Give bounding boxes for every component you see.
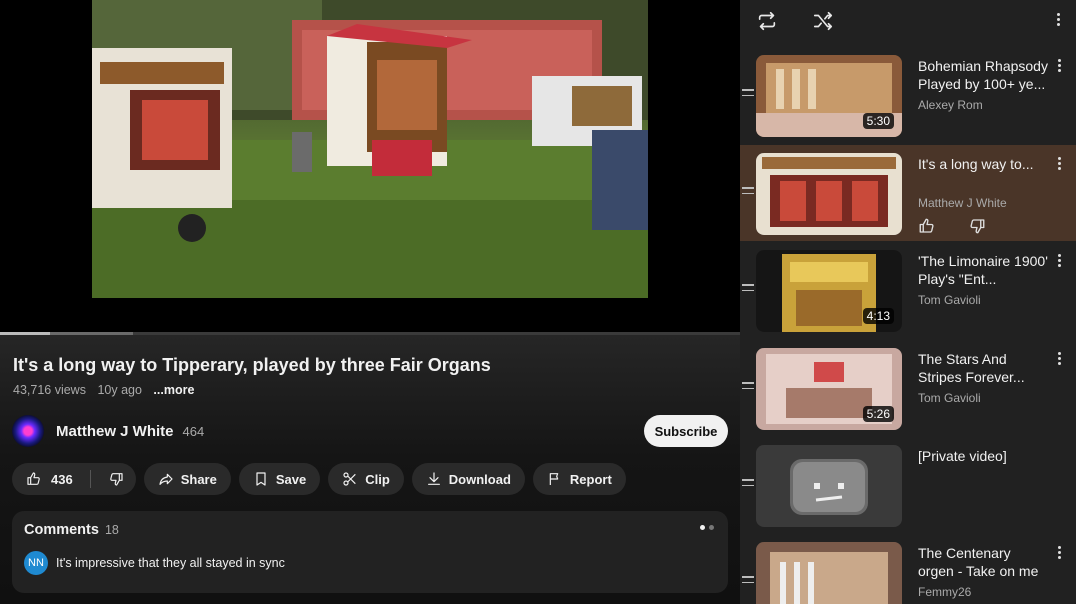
item-menu-icon[interactable] xyxy=(1058,254,1062,268)
thumbs-down-icon xyxy=(109,473,123,486)
share-label: Share xyxy=(180,471,217,487)
flag-icon xyxy=(549,473,559,485)
subscriber-count: 464 xyxy=(182,423,205,439)
share-icon xyxy=(159,473,173,485)
upload-age: 10y ago xyxy=(97,383,142,397)
video-player[interactable] xyxy=(0,0,740,334)
playlist-item[interactable]: 4:13 'The Limonaire 1900' Play's "Ent...… xyxy=(740,242,1076,338)
like-separator xyxy=(89,470,91,488)
playlist-item[interactable]: 5:26 The Stars And Stripes Forever... To… xyxy=(740,340,1076,436)
comments-heading: Comments 18 xyxy=(24,522,119,538)
thumbs-down-icon[interactable] xyxy=(968,217,986,235)
playlist-item[interactable]: 5:30 Bohemian Rhapsody Played by 100+ ye… xyxy=(740,47,1076,143)
shuffle-icon[interactable] xyxy=(812,10,834,32)
item-title[interactable]: [Private video] xyxy=(918,447,1050,465)
scissors-icon xyxy=(343,472,356,486)
comments-label: Comments xyxy=(24,522,99,538)
thumbnail[interactable] xyxy=(756,153,902,235)
subscribe-button[interactable]: Subscribe xyxy=(644,415,728,447)
commenter-avatar: NN xyxy=(24,551,48,575)
video-frame-illustration xyxy=(92,0,648,298)
channel-avatar[interactable] xyxy=(12,415,44,447)
more-link[interactable]: ...more xyxy=(153,383,194,397)
dislike-button[interactable] xyxy=(98,463,136,495)
comments-panel[interactable]: Comments 18 NN It's impressive that they … xyxy=(12,511,728,593)
drag-handle-icon[interactable] xyxy=(742,89,754,99)
share-button[interactable]: Share xyxy=(143,463,231,495)
bookmark-icon xyxy=(256,472,266,486)
download-button[interactable]: Download xyxy=(411,463,525,495)
item-channel: Tom Gavioli xyxy=(918,391,981,405)
video-frame[interactable] xyxy=(92,0,648,298)
download-icon xyxy=(427,472,440,485)
video-details: It's a long way to Tipperary, played by … xyxy=(0,335,740,604)
clip-button[interactable]: Clip xyxy=(328,463,404,495)
playlist-controls xyxy=(740,0,1076,42)
item-menu-icon[interactable] xyxy=(1058,157,1062,171)
item-title[interactable]: Bohemian Rhapsody Played by 100+ ye... xyxy=(918,57,1050,93)
duration-badge: 5:30 xyxy=(862,113,894,129)
report-button[interactable]: Report xyxy=(532,463,626,495)
item-menu-icon[interactable] xyxy=(1058,546,1062,560)
thumbnail[interactable]: 4:13 xyxy=(756,250,902,332)
thumbnail[interactable] xyxy=(756,445,902,527)
video-pane: It's a long way to Tipperary, played by … xyxy=(0,0,740,604)
playlist-item[interactable]: [Private video] xyxy=(740,437,1076,533)
thumbnail[interactable] xyxy=(756,542,902,604)
thumbnail[interactable]: 5:26 xyxy=(756,348,902,430)
save-button[interactable]: Save xyxy=(238,463,321,495)
like-dislike-group: 436 xyxy=(12,463,136,495)
playlist-menu-icon[interactable] xyxy=(1057,13,1061,27)
private-video-icon xyxy=(790,459,868,515)
drag-handle-icon[interactable] xyxy=(742,479,754,489)
playlist-item-active[interactable]: It's a long way to... Matthew J White xyxy=(740,145,1076,241)
item-title[interactable]: 'The Limonaire 1900' Play's "Ent... xyxy=(918,252,1050,288)
playlist-item[interactable]: The Centenary orgen - Take on me Femmy26 xyxy=(740,534,1076,604)
item-title[interactable]: It's a long way to... xyxy=(918,155,1050,173)
video-meta: 43,716 views 10y ago ...more xyxy=(13,383,202,397)
comments-pager-dots xyxy=(700,525,714,530)
like-button[interactable]: 436 xyxy=(12,463,83,495)
item-title[interactable]: The Centenary orgen - Take on me xyxy=(918,544,1050,580)
item-channel: Matthew J White xyxy=(918,196,1007,210)
item-channel: Femmy26 xyxy=(918,585,972,599)
item-title[interactable]: The Stars And Stripes Forever... xyxy=(918,350,1050,386)
duration-badge: 4:13 xyxy=(862,308,894,324)
report-label: Report xyxy=(569,471,612,487)
comment-text: It's impressive that they all stayed in … xyxy=(56,556,285,570)
drag-handle-icon[interactable] xyxy=(742,382,754,392)
action-bar: 436 Share Save Clip Download Report xyxy=(12,463,626,495)
like-count: 436 xyxy=(51,471,73,487)
drag-handle-icon[interactable] xyxy=(742,576,754,586)
thumbnail[interactable]: 5:30 xyxy=(756,55,902,137)
download-label: Download xyxy=(448,471,511,487)
comments-count: 18 xyxy=(104,523,119,537)
loop-icon[interactable] xyxy=(756,10,778,32)
item-channel: Alexey Rom xyxy=(918,98,983,112)
channel-row[interactable]: Matthew J White 464 xyxy=(12,415,204,447)
duration-badge: 5:26 xyxy=(862,406,894,422)
thumbs-up-icon xyxy=(27,472,40,485)
save-label: Save xyxy=(275,471,307,487)
item-channel: Tom Gavioli xyxy=(918,293,981,307)
playlist-panel: 5:30 Bohemian Rhapsody Played by 100+ ye… xyxy=(740,0,1076,604)
view-count: 43,716 views xyxy=(13,383,86,397)
video-title: It's a long way to Tipperary, played by … xyxy=(13,355,491,375)
drag-handle-icon[interactable] xyxy=(742,187,754,197)
thumbs-up-icon[interactable] xyxy=(918,217,936,235)
drag-handle-icon[interactable] xyxy=(742,284,754,294)
clip-label: Clip xyxy=(365,471,390,487)
thumbnail-image xyxy=(756,153,902,235)
item-menu-icon[interactable] xyxy=(1058,59,1062,73)
channel-name[interactable]: Matthew J White xyxy=(56,423,174,440)
thumbnail-image xyxy=(756,542,902,604)
item-menu-icon[interactable] xyxy=(1058,352,1062,366)
